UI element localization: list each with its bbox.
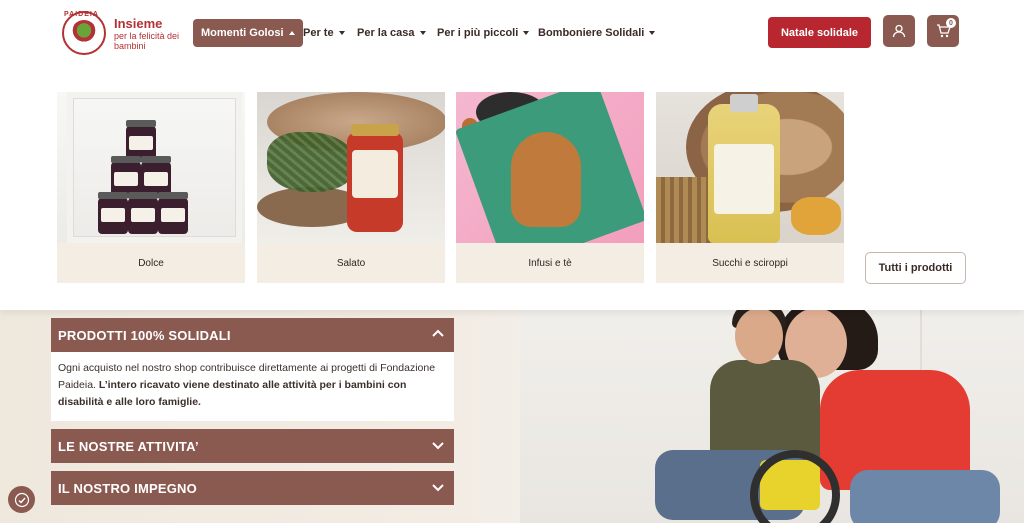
natale-solidale-button[interactable]: Natale solidale [768,17,871,48]
mega-menu-panel: Dolce Salato Infusi e tè Succhi e scirop… [0,70,1024,310]
accordion-header-nostre-attivita[interactable]: LE NOSTRE ATTIVITA’ [51,429,454,463]
chevron-up-icon [288,31,295,35]
category-label: Dolce [138,257,164,269]
accordion-body-highlight: L’intero ricavato viene destinato alle a… [58,379,407,408]
brand-subtitle: per la felicità dei bambini [114,31,180,51]
accordion-body-prodotti-solidali: Ogni acquisto nel nostro shop contribuis… [51,352,454,421]
category-label: Succhi e sciroppi [712,257,788,269]
accordion-header-nostro-impegno[interactable]: IL NOSTRO IMPEGNO [51,471,454,505]
cart-button[interactable]: 0 [927,15,959,47]
accessibility-icon [14,492,29,507]
category-label: Infusi e tè [528,257,572,269]
chevron-down-icon [649,31,656,35]
nav-item-per-i-piu-piccoli[interactable]: Per i più piccoli [437,19,530,47]
nav-item-bomboniere-solidali[interactable]: Bomboniere Solidali [538,19,656,47]
nav-item-per-te[interactable]: Per te [303,19,345,47]
accordion-header-prodotti-solidali[interactable]: PRODOTTI 100% SOLIDALI [51,318,454,352]
category-image-dolce [57,92,245,243]
chevron-down-icon [432,442,444,450]
all-products-button[interactable]: Tutti i prodotti [865,252,966,284]
category-card-salato[interactable]: Salato [257,92,445,283]
brand-title: Insieme [114,16,163,31]
account-button[interactable] [883,15,915,47]
hero-photo [520,300,1024,523]
cart-count-badge: 0 [946,18,956,28]
nav-item-momenti-golosi[interactable]: Momenti Golosi [193,19,303,47]
category-image-infusi [456,92,644,243]
category-label: Salato [336,257,366,269]
site-header: PAIDEIA Insieme per la felicità dei bamb… [0,0,1024,70]
chevron-up-icon [432,329,444,337]
chevron-down-icon [419,31,426,35]
logo-text: PAIDEIA [64,11,99,18]
category-image-succhi [656,92,844,243]
category-card-succhi[interactable]: Succhi e sciroppi [656,92,844,283]
chevron-down-icon [338,31,345,35]
category-card-dolce[interactable]: Dolce [57,92,245,283]
category-card-infusi[interactable]: Infusi e tè [456,92,644,283]
accessibility-widget-button[interactable] [8,486,35,513]
category-image-salato [257,92,445,243]
user-icon [892,24,906,38]
nav-item-per-la-casa[interactable]: Per la casa [357,19,426,47]
chevron-down-icon [432,484,444,492]
chevron-down-icon [523,31,530,35]
